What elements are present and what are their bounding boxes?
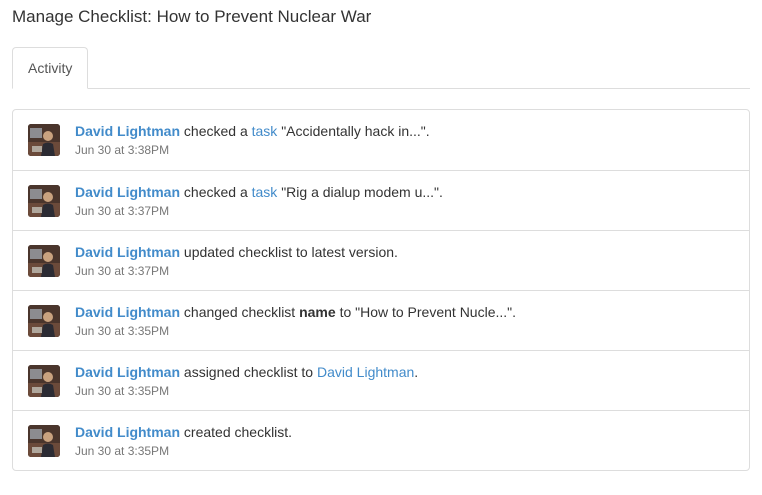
activity-timestamp: Jun 30 at 3:38PM (75, 143, 170, 157)
activity-text: David Lightman checked a task "Accidenta… (75, 122, 430, 140)
activity-verb: checked a (183, 184, 248, 200)
activity-item: David Lightman created checklist. Jun 30… (13, 410, 749, 470)
avatar[interactable] (28, 365, 60, 397)
activity-list: David Lightman checked a task "Accidenta… (12, 109, 750, 471)
tab-bar: Activity (12, 47, 750, 89)
avatar[interactable] (28, 124, 60, 156)
activity-text: David Lightman updated checklist to late… (75, 243, 398, 261)
activity-text: David Lightman changed checklist name to… (75, 303, 516, 321)
actor-link[interactable]: David Lightman (75, 304, 180, 320)
activity-timestamp: Jun 30 at 3:37PM (75, 264, 170, 278)
avatar[interactable] (28, 305, 60, 337)
avatar[interactable] (28, 185, 60, 217)
activity-verb: changed checklist (183, 304, 296, 320)
avatar[interactable] (28, 245, 60, 277)
activity-item: David Lightman changed checklist name to… (13, 290, 749, 350)
activity-timestamp: Jun 30 at 3:35PM (75, 324, 170, 338)
activity-verb: checked a (183, 123, 248, 139)
activity-timestamp: Jun 30 at 3:35PM (75, 384, 170, 398)
actor-link[interactable]: David Lightman (75, 364, 180, 380)
tab-activity[interactable]: Activity (12, 47, 89, 89)
task-link[interactable]: task (252, 184, 278, 200)
activity-detail: . (414, 364, 419, 380)
activity-detail: "Rig a dialup modem u...". (281, 184, 443, 200)
task-link[interactable]: task (252, 123, 278, 139)
activity-verb: assigned checklist to (183, 364, 314, 380)
activity-item: David Lightman checked a task "Rig a dia… (13, 170, 749, 230)
activity-item: David Lightman updated checklist to late… (13, 230, 749, 290)
page-title: Manage Checklist: How to Prevent Nuclear… (12, 7, 372, 26)
activity-timestamp: Jun 30 at 3:35PM (75, 444, 170, 458)
activity-item: David Lightman checked a task "Accidenta… (13, 110, 749, 170)
activity-text: David Lightman assigned checklist to Dav… (75, 363, 418, 381)
avatar[interactable] (28, 425, 60, 457)
activity-detail: to "How to Prevent Nucle...". (339, 304, 517, 320)
actor-link[interactable]: David Lightman (75, 184, 180, 200)
activity-detail: "Accidentally hack in...". (281, 123, 430, 139)
assignee-link[interactable]: David Lightman (317, 364, 414, 380)
activity-text: David Lightman created checklist. (75, 423, 292, 441)
activity-text: David Lightman checked a task "Rig a dia… (75, 183, 443, 201)
activity-verb: created checklist. (183, 424, 293, 440)
activity-timestamp: Jun 30 at 3:37PM (75, 204, 170, 218)
actor-link[interactable]: David Lightman (75, 123, 180, 139)
activity-verb: updated checklist to latest version. (183, 244, 398, 260)
actor-link[interactable]: David Lightman (75, 424, 180, 440)
activity-item: David Lightman assigned checklist to Dav… (13, 350, 749, 410)
changed-field: name (299, 304, 336, 320)
actor-link[interactable]: David Lightman (75, 244, 180, 260)
